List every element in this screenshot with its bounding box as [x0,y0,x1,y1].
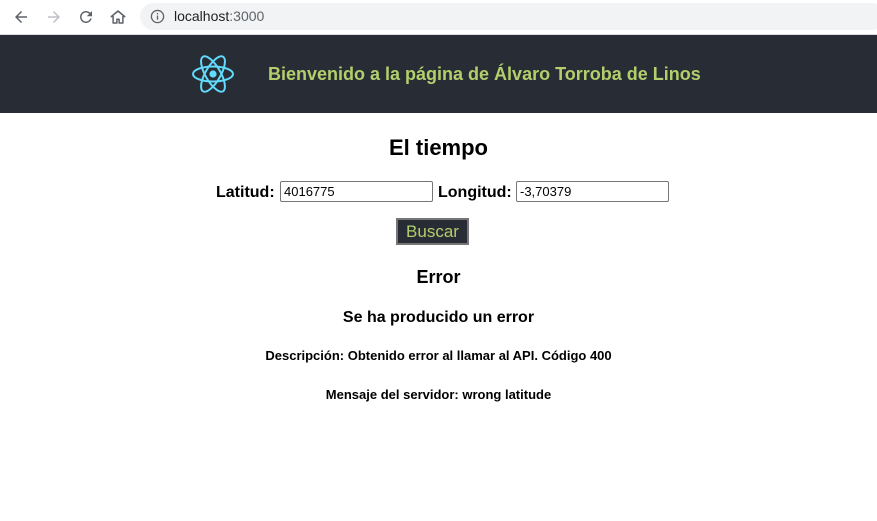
url-host: localhost [174,8,230,24]
longitude-label: Longitud: [438,184,512,201]
error-title: Error [416,267,461,287]
address-bar[interactable]: localhost:3000 [140,3,877,30]
error-server-message: Mensaje del servidor: wrong latitude [325,387,552,402]
search-button[interactable]: Buscar [396,218,469,245]
url-port: :3000 [229,8,265,24]
forward-arrow-icon[interactable] [43,6,65,28]
page-title: El tiempo [388,135,488,160]
app-title: Bienvenido a la página de Álvaro Torroba… [268,64,701,84]
home-icon[interactable] [107,6,129,28]
latitude-input[interactable] [280,181,433,202]
info-icon[interactable] [150,9,165,24]
longitude-input[interactable] [516,181,669,202]
app-header: Bienvenido a la página de Álvaro Torroba… [0,35,877,113]
latitude-label: Latitud: [216,184,275,201]
back-arrow-icon[interactable] [10,6,32,28]
error-description: Descripción: Obtenido error al llamar al… [265,348,612,363]
react-logo-icon [192,55,234,93]
url-text: localhost:3000 [174,8,264,25]
browser-toolbar: localhost:3000 [0,0,877,35]
coordinates-form: Latitud: Longitud: [0,181,877,205]
error-subtitle: Se ha producido un error [342,309,535,326]
reload-icon[interactable] [75,6,97,28]
